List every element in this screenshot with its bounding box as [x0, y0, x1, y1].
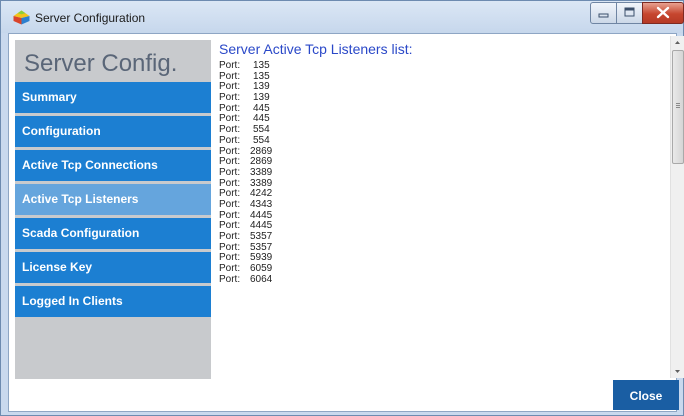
- content-title: Server Active Tcp Listeners list:: [219, 41, 413, 57]
- server-configuration-window: Server Configuration Server Config. Summ…: [0, 0, 684, 416]
- scroll-up-button[interactable]: [671, 36, 684, 49]
- title-bar[interactable]: Server Configuration: [1, 1, 684, 33]
- window-title: Server Configuration: [35, 11, 146, 25]
- list-item: Port: 4343: [219, 199, 669, 211]
- list-item: Port: 5357: [219, 242, 669, 254]
- minimize-button[interactable]: [590, 2, 617, 24]
- sidebar: Server Config. Summary Configuration Act…: [15, 40, 211, 379]
- list-item: Port: 3389: [219, 166, 669, 179]
- nav-item-configuration[interactable]: Configuration: [15, 116, 211, 147]
- nav-item-scada-configuration[interactable]: Scada Configuration: [15, 218, 211, 249]
- client-area: Server Config. Summary Configuration Act…: [8, 33, 684, 412]
- port-value: 3389: [250, 166, 273, 178]
- vertical-scrollbar[interactable]: [670, 36, 684, 378]
- app-icon: [13, 10, 30, 25]
- list-item: Port: 6059: [219, 263, 669, 275]
- list-item: Port: 445: [219, 114, 669, 125]
- close-icon: [656, 6, 670, 19]
- list-item: Port: 4242: [219, 189, 669, 200]
- maximize-button[interactable]: [616, 2, 643, 24]
- list-item: Port: 3389: [219, 178, 669, 190]
- scroll-down-arrow-icon: [675, 370, 680, 373]
- list-item: Port: 4445: [219, 221, 669, 232]
- list-item: Port: 135: [219, 71, 669, 83]
- port-value: 554: [253, 134, 270, 146]
- list-item: Port: 6064: [219, 273, 669, 286]
- sidebar-title: Server Config.: [24, 50, 178, 77]
- minimize-icon: [598, 13, 609, 18]
- port-label: Port:: [219, 166, 241, 178]
- scrollbar-grip: [676, 105, 680, 106]
- list-item: Port: 554: [219, 124, 669, 136]
- list-item: Port: 554: [219, 134, 669, 147]
- scrollbar-grip: [676, 103, 680, 104]
- list-item: Port: 5939: [219, 253, 669, 264]
- scroll-up-arrow-icon: [675, 41, 680, 44]
- port-value: 6064: [250, 273, 273, 285]
- window-close-button[interactable]: [642, 2, 684, 24]
- nav-item-license-key[interactable]: License Key: [15, 252, 211, 283]
- nav-item-active-tcp-listeners[interactable]: Active Tcp Listeners: [15, 184, 211, 215]
- list-item: Port: 4445: [219, 210, 669, 222]
- list-item: Port: 139: [219, 92, 669, 104]
- nav-item-logged-in-clients[interactable]: Logged In Clients: [15, 286, 211, 317]
- nav-item-active-tcp-connections[interactable]: Active Tcp Connections: [15, 150, 211, 181]
- scrollbar-thumb[interactable]: [672, 50, 684, 164]
- scrollbar-grip: [676, 107, 680, 108]
- list-item: Port: 2869: [219, 156, 669, 168]
- list-item: Port: 445: [219, 103, 669, 115]
- listener-list[interactable]: Port: 135 Port: 135 Port: 139 Port: 139 Port: 445…: [219, 61, 669, 376]
- port-label: Port:: [219, 273, 241, 285]
- list-item: Port: 139: [219, 82, 669, 93]
- list-item: Port: 5357: [219, 231, 669, 243]
- scroll-down-button[interactable]: [671, 365, 684, 378]
- nav-item-summary[interactable]: Summary: [15, 82, 211, 113]
- maximize-icon: [624, 7, 635, 17]
- list-item: Port: 2869: [219, 146, 669, 158]
- list-item: Port: 135: [219, 61, 669, 72]
- port-label: Port:: [219, 134, 241, 146]
- close-button[interactable]: Close: [613, 380, 679, 410]
